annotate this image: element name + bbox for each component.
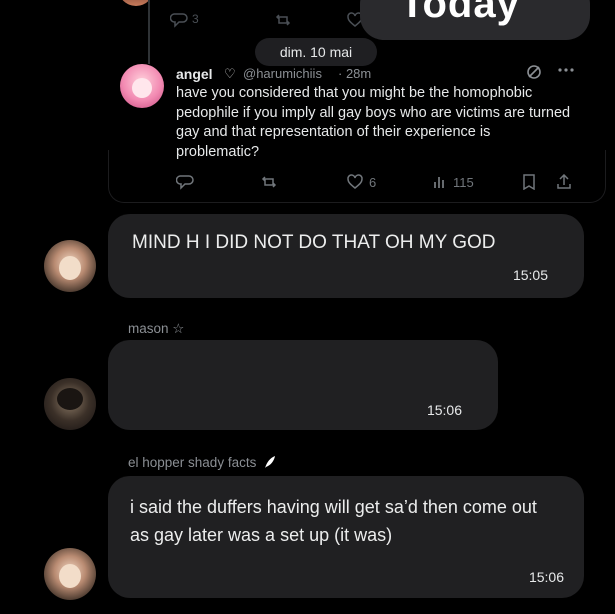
message-bubble[interactable]: i said the duffers having will get sa’d … [108, 476, 584, 598]
like-button[interactable]: 6 [346, 174, 376, 190]
heart-icon [347, 174, 363, 189]
heart-badge-icon: ♡ [224, 66, 236, 81]
share-button[interactable] [556, 174, 572, 190]
views-count: 115 [453, 174, 474, 190]
sender-avatar[interactable] [44, 378, 96, 430]
retweet-icon[interactable] [274, 12, 292, 31]
message-time: 15:05 [512, 267, 548, 283]
sender-avatar[interactable] [44, 240, 96, 292]
grok-icon[interactable] [526, 64, 542, 84]
message-bubble[interactable]: MIND H I DID NOT DO THAT OH MY GOD 15:05 [108, 214, 584, 298]
reply-button[interactable] [176, 174, 194, 190]
thread-line [148, 0, 150, 64]
tweet-timestamp: · 28m [338, 66, 372, 81]
reply-icon[interactable] [169, 12, 188, 31]
feather-icon [264, 455, 276, 472]
today-label: Today [400, 0, 520, 26]
more-options-icon[interactable] [557, 62, 575, 82]
message-time: 15:06 [426, 402, 462, 418]
sender-name[interactable]: el hopper shady facts [128, 455, 276, 472]
tweet-author-name[interactable]: angel [176, 66, 213, 82]
sender-avatar[interactable] [44, 548, 96, 600]
retweet-button[interactable] [260, 174, 278, 190]
sender-name[interactable]: mason ☆ [128, 321, 184, 337]
message-text: MIND H I DID NOT DO THAT OH MY GOD [132, 232, 496, 253]
share-icon [557, 174, 571, 189]
retweet-icon [261, 176, 277, 188]
date-separator: dim. 10 mai [255, 38, 377, 66]
tweet-action-bar: 6 115 [176, 174, 586, 194]
tweet-author-avatar[interactable] [120, 64, 164, 108]
like-count: 6 [369, 174, 377, 190]
tweet-author-handle[interactable]: @harumichiis [243, 66, 322, 81]
sender-name-text: el hopper shady facts [128, 455, 257, 471]
reply-icon [176, 175, 194, 190]
views-button[interactable]: 115 [432, 174, 474, 190]
bookmark-icon [523, 174, 535, 190]
message-bubble[interactable]: 15:06 [108, 340, 498, 430]
reply-count: 3 [192, 12, 199, 26]
views-icon [434, 177, 444, 188]
message-time: 15:06 [528, 569, 564, 585]
message-text: i said the duffers having will get sa’d … [130, 497, 537, 545]
bookmark-button[interactable] [522, 174, 536, 190]
tweet-text: have you considered that you might be th… [176, 85, 571, 160]
